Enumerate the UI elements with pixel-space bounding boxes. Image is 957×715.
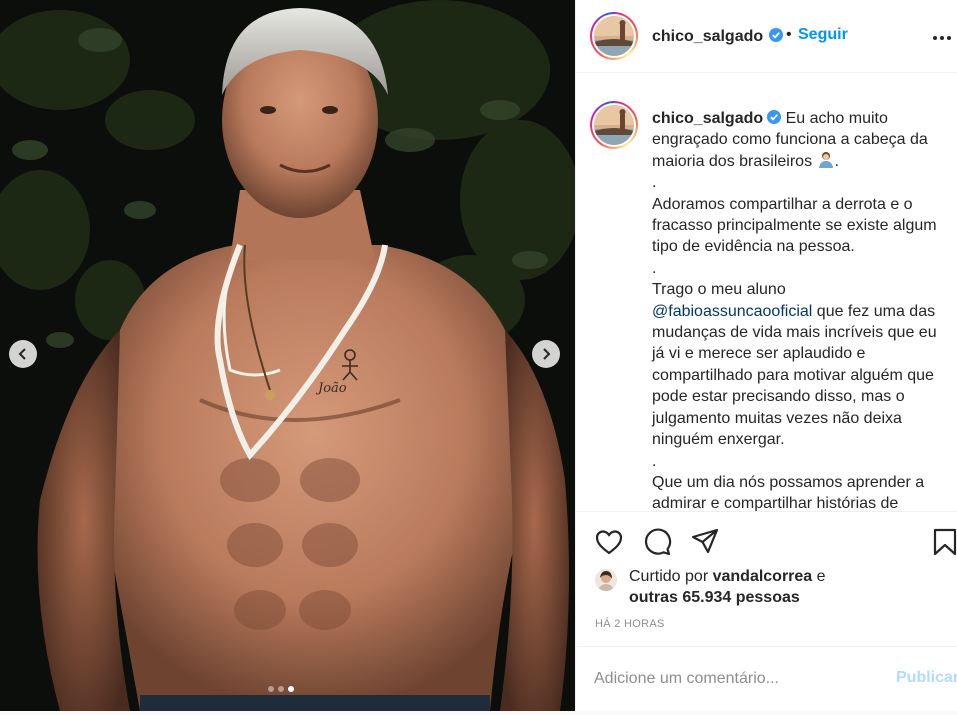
comment-input[interactable] bbox=[594, 667, 884, 691]
post-timestamp[interactable]: HÁ 2 HORAS bbox=[595, 618, 665, 630]
verified-badge bbox=[765, 28, 783, 46]
profile-avatar[interactable] bbox=[590, 12, 638, 60]
other-likes-link[interactable]: outras 65.934 pessoas bbox=[629, 589, 800, 607]
caption-text: . bbox=[652, 259, 657, 277]
caption-text: Que um dia nós possamos aprender a admir… bbox=[652, 473, 925, 512]
liked-by-text: Curtido por vandalcorrea e bbox=[629, 568, 826, 586]
bookmark-icon[interactable] bbox=[930, 527, 957, 557]
carousel-dot bbox=[278, 686, 284, 692]
chevron-right-icon bbox=[543, 348, 551, 360]
header-username[interactable]: chico_salgado bbox=[652, 28, 763, 46]
caption-username[interactable]: chico_salgado bbox=[652, 110, 763, 127]
carousel-indicator bbox=[268, 686, 294, 692]
caption-text: . bbox=[652, 174, 657, 192]
liked-by-conjunction: e bbox=[812, 568, 826, 585]
liked-by-prefix: Curtido por bbox=[629, 568, 713, 585]
more-options-icon[interactable] bbox=[932, 28, 952, 48]
publish-button[interactable]: Publicar bbox=[896, 669, 957, 687]
caption-text: que fez uma das mudanças de vida mais in… bbox=[652, 302, 937, 449]
action-bar bbox=[576, 513, 957, 567]
follow-button[interactable]: Seguir bbox=[798, 26, 848, 44]
previous-photo-button[interactable] bbox=[9, 340, 37, 368]
caption-text: Trago o meu aluno bbox=[652, 281, 786, 299]
svg-text:João: João bbox=[315, 381, 347, 396]
heart-icon[interactable] bbox=[594, 527, 624, 557]
avatar-image bbox=[594, 16, 634, 56]
caption-text: Adoramos compartilhar a derrota e o frac… bbox=[652, 195, 937, 256]
caption-avatar[interactable] bbox=[590, 101, 638, 149]
verified-icon bbox=[769, 28, 783, 42]
caption-text: . bbox=[834, 152, 839, 170]
post-details-panel: chico_salgado • Seguir chico_salgado Eu … bbox=[575, 0, 957, 711]
caption-text: . bbox=[652, 452, 657, 470]
verified-icon bbox=[767, 110, 782, 124]
liker-avatar[interactable] bbox=[595, 569, 617, 591]
post-media[interactable]: João bbox=[0, 0, 575, 711]
post-photo: João bbox=[0, 0, 575, 711]
add-comment-bar: Publicar bbox=[576, 646, 957, 711]
likes-summary: Curtido por vandalcorrea e outras 65.934… bbox=[576, 562, 957, 612]
comment-icon[interactable] bbox=[642, 527, 672, 557]
page-bottom-edge bbox=[0, 711, 957, 715]
carousel-dot bbox=[268, 686, 274, 692]
comments-section[interactable]: chico_salgado Eu acho muito engraçado co… bbox=[576, 74, 957, 512]
next-photo-button[interactable] bbox=[532, 340, 560, 368]
separator-dot: • bbox=[786, 26, 792, 43]
liker-username-link[interactable]: vandalcorrea bbox=[713, 568, 813, 585]
carousel-dot-active bbox=[288, 686, 294, 692]
avatar-image bbox=[594, 105, 634, 145]
chevron-left-icon bbox=[18, 348, 26, 360]
person-shrugging-emoji-icon bbox=[818, 151, 833, 168]
post-caption: chico_salgado Eu acho muito engraçado co… bbox=[652, 108, 946, 512]
mention-link[interactable]: @fabioassuncaooficial bbox=[652, 303, 812, 320]
share-icon[interactable] bbox=[690, 527, 720, 557]
avatar-image bbox=[595, 569, 617, 591]
post-header: chico_salgado • Seguir bbox=[576, 0, 957, 73]
